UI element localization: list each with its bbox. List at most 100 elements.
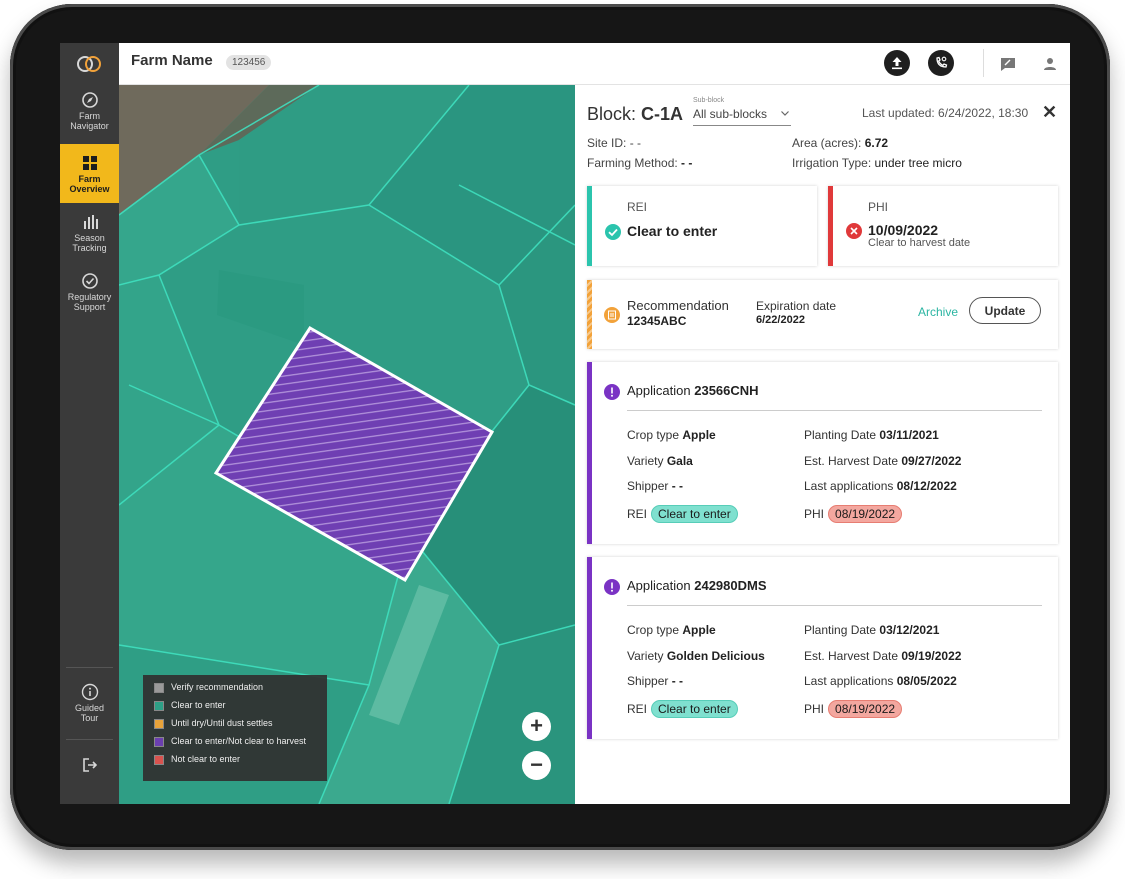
divider — [627, 605, 1042, 606]
sidebar-item-label: Farm — [78, 174, 101, 184]
user-icon[interactable] — [1041, 55, 1059, 73]
rei-value: Clear to enter — [627, 223, 718, 239]
grid-icon — [81, 154, 99, 172]
field-label: REI — [627, 702, 648, 716]
last-updated: Last updated: 6/24/2022, 18:30 — [862, 106, 1029, 120]
legend-item: Clear to enter — [154, 699, 226, 711]
rei-card: REI Clear to enter — [587, 186, 817, 266]
rei-title: REI — [627, 200, 648, 214]
field-label: PHI — [804, 507, 825, 521]
recommendation-card: Recommendation 12345ABC Expiration date … — [587, 280, 1058, 349]
block-prefix: Block: — [587, 104, 637, 124]
zoom-out-button[interactable]: − — [522, 751, 551, 780]
est-harvest-date: Est. Harvest Date 09/27/2022 — [804, 454, 961, 468]
legend-item: Not clear to enter — [154, 753, 240, 765]
alert-icon — [604, 384, 620, 400]
sidebar-item-label: Season — [74, 233, 105, 243]
subblock-select[interactable]: All sub-blocks — [693, 107, 791, 126]
legend-item: Clear to enter/Not clear to harvest — [154, 735, 306, 747]
top-header: Farm Name 123456 — [119, 43, 1070, 85]
sidebar-item-farm-navigator[interactable]: Farm Navigator — [60, 91, 119, 149]
phi-row: PHI 08/19/2022 — [804, 505, 903, 523]
application-id: 23566CNH — [694, 383, 759, 398]
field-label: Planting Date — [804, 623, 877, 637]
field-value: 03/12/2021 — [879, 623, 940, 637]
recommendation-status-bar — [587, 280, 592, 349]
field-label: Est. Harvest Date — [804, 454, 899, 468]
logout-button[interactable] — [60, 756, 119, 780]
phone-icon — [936, 56, 948, 68]
sidebar-item-label: Guided — [74, 703, 105, 713]
field-value: 03/11/2021 — [879, 428, 939, 442]
legend-label: Verify recommendation — [171, 682, 264, 692]
field-label: Shipper — [627, 479, 669, 493]
rei-status-badge: Clear to enter — [651, 700, 738, 718]
call-support-button[interactable] — [928, 50, 954, 76]
sidebar-item-farm-overview[interactable]: Farm Overview — [60, 144, 119, 203]
application-status-bar — [587, 362, 592, 544]
application-title: Application 242980DMS — [627, 578, 767, 593]
info-icon — [81, 683, 99, 701]
phi-status-badge: 08/19/2022 — [828, 505, 903, 523]
feedback-icon[interactable] — [999, 55, 1017, 73]
application-title: Application 23566CNH — [627, 383, 759, 398]
shipper: Shipper - - — [627, 479, 683, 493]
bar-chart-icon — [81, 213, 99, 231]
sidebar-divider — [66, 739, 113, 740]
legend-swatch — [154, 754, 164, 765]
logout-icon — [81, 756, 99, 774]
app-logo-icon[interactable] — [74, 53, 104, 75]
subblock-value: All sub-blocks — [693, 107, 768, 121]
legend-label: Not clear to enter — [171, 754, 241, 764]
farm-map[interactable]: Verify recommendation Clear to enter Unt… — [119, 85, 575, 804]
crop-type: Crop type Apple — [627, 428, 716, 442]
field-value: - - — [671, 674, 684, 688]
badge-check-icon — [81, 272, 99, 290]
sidebar-item-label: Navigator — [70, 121, 109, 131]
field-value: Gala — [666, 454, 693, 468]
update-button[interactable]: Update — [969, 297, 1041, 324]
farming-method-label: Farming Method: — [587, 156, 678, 170]
field-label: Variety — [627, 454, 664, 468]
upload-icon — [892, 57, 902, 70]
sidebar-item-regulatory-support[interactable]: Regulatory Support — [60, 272, 119, 330]
field-label: Est. Harvest Date — [804, 649, 899, 663]
rei-row: REI Clear to enter — [627, 700, 738, 718]
rei-row: REI Clear to enter — [627, 505, 738, 523]
legend-item: Verify recommendation — [154, 681, 263, 693]
legend-swatch — [154, 682, 164, 693]
area: Area (acres): 6.72 — [792, 136, 888, 150]
field-label: Shipper — [627, 674, 669, 688]
close-icon[interactable]: ✕ — [1042, 102, 1057, 123]
archive-link[interactable]: Archive — [918, 305, 958, 319]
sidebar-item-label: Regulatory — [67, 292, 112, 302]
app-screen: Farm Navigator Farm Overview Season Trac… — [60, 43, 1070, 804]
site-id-value: - - — [629, 136, 642, 150]
site-id-label: Site ID: — [587, 136, 627, 150]
application-card: Application 242980DMS Crop type Apple Va… — [587, 557, 1058, 739]
shipper: Shipper - - — [627, 674, 683, 688]
phi-title: PHI — [868, 200, 889, 214]
field-label: REI — [627, 507, 648, 521]
field-value: - - — [671, 479, 684, 493]
sidebar-item-season-tracking[interactable]: Season Tracking — [60, 213, 119, 271]
field-label: PHI — [804, 702, 825, 716]
upload-button[interactable] — [884, 50, 910, 76]
field-value: Golden Delicious — [666, 649, 765, 663]
irrigation-value: under tree micro — [874, 156, 962, 170]
check-icon — [605, 224, 621, 240]
legend-label: Clear to enter — [171, 700, 226, 710]
sidebar-item-label: Farm — [79, 111, 100, 121]
phi-card: PHI 10/09/2022 Clear to harvest date — [828, 186, 1058, 266]
sidebar-item-guided-tour[interactable]: Guided Tour — [60, 683, 119, 741]
sidebar-item-label: Overview — [69, 184, 110, 194]
legend-label: Until dry/Until dust settles — [171, 718, 273, 728]
field-label: Last applications — [804, 479, 894, 493]
subblock-label: Sub-block — [693, 97, 725, 104]
legend-item: Until dry/Until dust settles — [154, 717, 273, 729]
chevron-down-icon — [781, 109, 789, 117]
field-label: Planting Date — [804, 428, 877, 442]
zoom-in-button[interactable]: + — [522, 712, 551, 741]
legend-swatch — [154, 700, 164, 711]
field-value: Apple — [682, 623, 716, 637]
